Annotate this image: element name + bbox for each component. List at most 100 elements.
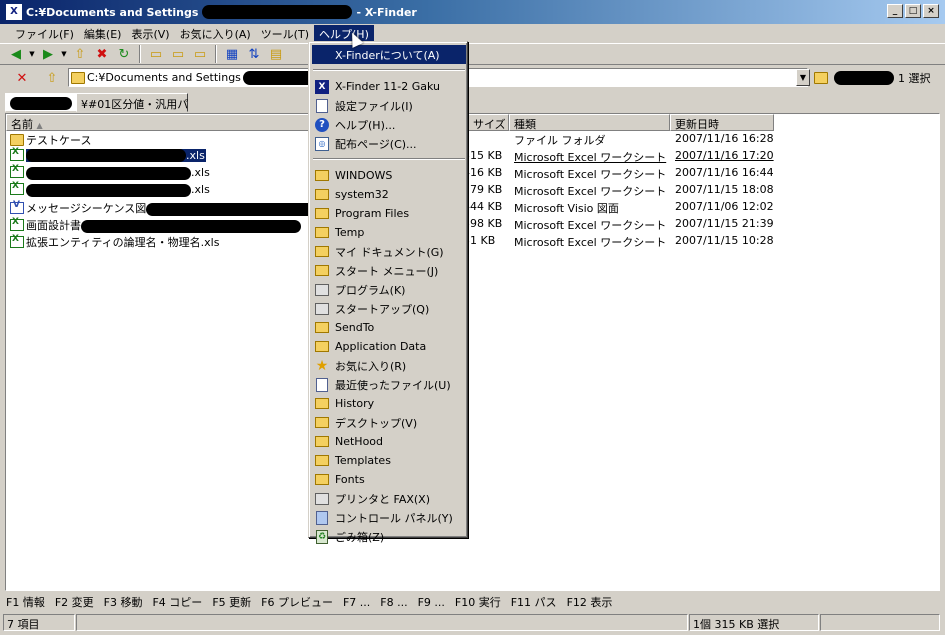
menu-edit[interactable]: 編集(E) [79,25,127,43]
help-menu-item[interactable]: SendTo [312,318,466,337]
function-key-2[interactable]: F2 変更 [55,594,94,610]
file-kind: Microsoft Excel ワークシート [514,236,667,249]
back-icon[interactable]: ◀ [6,45,26,63]
folder-open-icon[interactable]: ▭ [146,45,166,63]
file-kind: Microsoft Excel ワークシート [514,185,667,198]
delete-icon[interactable]: ✖ [92,45,112,63]
help-menu-item[interactable]: ? ヘルプ(H)... [312,115,466,134]
web-icon: ◎ [314,136,330,151]
help-menu-item[interactable]: コントロール パネル(Y) [312,508,466,527]
menu-item-label: 最近使ったファイル(U) [335,378,451,392]
selection-indicator: 1 選択 [814,68,938,87]
help-menu-item[interactable]: Program Files [312,204,466,223]
excel-file-icon [10,164,24,178]
menu-help[interactable]: ヘルプ(H) [314,24,374,43]
menu-favorites[interactable]: お気に入り(A) [175,25,256,43]
function-key-1[interactable]: F1 情報 [6,594,45,610]
function-key-8[interactable]: F8 ... [380,596,407,609]
menu-item-label: Templates [335,454,391,467]
folder-icon [314,169,330,183]
menu-item-label: Temp [335,226,365,239]
folder-icon [314,340,330,354]
visio-file-icon [10,200,24,214]
folder-icon [814,71,828,84]
tab-kubun[interactable]: ¥#01区分値・汎用パ [76,93,188,112]
folder-move-icon[interactable]: ▭ [190,45,210,63]
help-menu-item[interactable]: 最近使ったファイル(U) [312,375,466,394]
xfinder-icon[interactable]: X [6,4,22,20]
function-key-5[interactable]: F5 更新 [212,594,251,610]
menu-file[interactable]: ファイル(F) [10,25,79,43]
help-menu-item[interactable]: WINDOWS [312,166,466,185]
refresh-icon[interactable]: ↻ [114,45,134,63]
folder-copy-icon[interactable]: ▭ [168,45,188,63]
file-name: テストケース [26,134,92,147]
function-key-11[interactable]: F11 パス [511,594,557,610]
file-list[interactable]: 名前 ▲ サイズ 種類 更新日時 テストケース ファイル フォルダ 2007/1… [5,113,940,591]
blank-icon [314,48,330,62]
function-key-10[interactable]: F10 実行 [455,594,501,610]
help-menu-item[interactable]: Fonts [312,470,466,489]
back-dropdown-icon[interactable]: ▼ [28,45,36,63]
help-menu-item[interactable]: マイ ドキュメント(G) [312,242,466,261]
menu-bar: ファイル(F) 編集(E) 表示(V) お気に入り(A) ツール(T) ヘルプ(… [0,24,945,43]
help-menu-item[interactable]: プログラム(K) [312,280,466,299]
maximize-button[interactable]: □ [905,4,921,18]
help-menu-item[interactable]: X-Finderについて(A) [312,45,466,64]
help-menu-item[interactable]: スタートアップ(Q) [312,299,466,318]
menu-view[interactable]: 表示(V) [126,25,174,43]
help-menu-item[interactable]: NetHood [312,432,466,451]
folder-up-icon[interactable]: ⇧ [42,69,62,87]
function-key-4[interactable]: F4 コピー [152,594,202,610]
column-header-modified[interactable]: 更新日時 [670,114,774,131]
function-key-12[interactable]: F12 表示 [567,594,613,610]
help-icon: ? [314,117,330,132]
address-dropdown-icon[interactable]: ▼ [796,69,810,86]
grid-icon[interactable]: ▤ [266,45,286,63]
help-menu-item[interactable]: スタート メニュー(J) [312,261,466,280]
close-button[interactable]: × [923,4,939,18]
help-menu-item[interactable]: ◎ 配布ページ(C)... [312,134,466,153]
column-header-type[interactable]: 種類 [509,114,670,131]
forward-dropdown-icon[interactable]: ▼ [60,45,68,63]
tab-redacted[interactable] [5,93,77,112]
file-modified: 2007/11/16 16:28 [675,132,774,145]
star-icon: ★ [315,357,329,374]
folder-icon [71,71,85,84]
minimize-button[interactable]: _ [887,4,903,18]
file-kind: Microsoft Visio 図面 [514,202,619,215]
function-key-7[interactable]: F7 ... [343,596,370,609]
function-key-6[interactable]: F6 プレビュー [261,594,333,610]
folder-icon [314,321,330,335]
help-menu-item[interactable]: 設定ファイル(I) [312,96,466,115]
file-modified: 2007/11/15 18:08 [675,183,774,196]
toolbar-separator [139,45,141,63]
file-name: 画面設計書 [26,219,81,232]
forward-icon[interactable]: ▶ [38,45,58,63]
help-menu-item[interactable]: Application Data [312,337,466,356]
menu-separator [313,158,465,160]
selection-count-text: 1 選択 [898,71,931,85]
menu-tools[interactable]: ツール(T) [256,25,314,43]
help-menu-item[interactable]: Temp [312,223,466,242]
file-size: 416 KB [463,166,503,179]
function-key-3[interactable]: F3 移動 [104,594,143,610]
sort-icon[interactable]: ⇅ [244,45,264,63]
up-icon[interactable]: ⇧ [70,45,90,63]
column-header-size[interactable]: サイズ [468,114,509,131]
view-icon[interactable]: ▦ [222,45,242,63]
help-menu-item[interactable]: system32 [312,185,466,204]
stop-icon[interactable]: ✕ [12,69,32,87]
help-menu-item[interactable]: Templates [312,451,466,470]
help-menu-item[interactable]: ★ お気に入り(R) [312,356,466,375]
help-menu-item[interactable]: X X-Finder 11-2 Gaku [312,77,466,96]
file-size: 398 KB [463,217,503,230]
help-menu-item[interactable]: プリンタと FAX(X) [312,489,466,508]
help-menu-item[interactable]: デスクトップ(V) [312,413,466,432]
menu-item-label: ごみ箱(Z) [335,530,385,544]
folder-icon [314,416,330,430]
toolbar: ◀ ▼ ▶ ▼ ⇧ ✖ ↻ ▭ ▭ ▭ ▦ ⇅ ▤ [0,43,945,65]
help-menu-item[interactable]: ♻ ごみ箱(Z) [312,527,466,546]
help-menu-item[interactable]: History [312,394,466,413]
function-key-9[interactable]: F9 ... [418,596,445,609]
